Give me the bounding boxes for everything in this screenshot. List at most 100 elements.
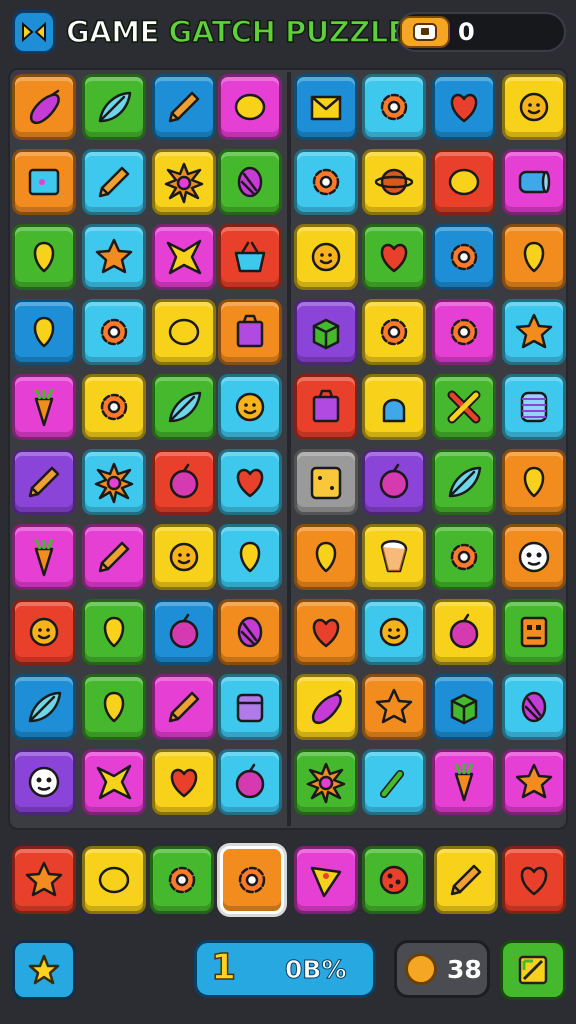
board-tile[interactable] bbox=[432, 374, 496, 440]
tray-tile[interactable] bbox=[362, 846, 426, 914]
board-tile[interactable] bbox=[152, 599, 216, 665]
board-tile[interactable] bbox=[218, 674, 282, 740]
board-tile[interactable] bbox=[432, 299, 496, 365]
board-tile[interactable] bbox=[12, 224, 76, 290]
board-tile[interactable] bbox=[294, 299, 358, 365]
board-tile[interactable] bbox=[362, 599, 426, 665]
board-tile[interactable] bbox=[218, 749, 282, 815]
tray-tile[interactable] bbox=[150, 846, 214, 914]
board-tile[interactable] bbox=[362, 374, 426, 440]
board-tile[interactable] bbox=[294, 449, 358, 515]
board-tile[interactable] bbox=[432, 449, 496, 515]
board-tile[interactable] bbox=[502, 749, 566, 815]
board-tile[interactable] bbox=[294, 749, 358, 815]
balloon-icon bbox=[315, 541, 337, 573]
board-tile[interactable] bbox=[432, 599, 496, 665]
tray-tile[interactable] bbox=[502, 846, 566, 914]
board-tile[interactable] bbox=[218, 599, 282, 665]
board-tile[interactable] bbox=[152, 449, 216, 515]
board-tile[interactable] bbox=[82, 599, 146, 665]
board-tile[interactable] bbox=[294, 374, 358, 440]
star-hint-button[interactable] bbox=[12, 940, 76, 1000]
board-tile[interactable] bbox=[218, 299, 282, 365]
board-tile[interactable] bbox=[152, 224, 216, 290]
board-tile[interactable] bbox=[12, 299, 76, 365]
score-value: 0 bbox=[458, 18, 475, 46]
tray-tile[interactable] bbox=[82, 846, 146, 914]
board-tile[interactable] bbox=[502, 299, 566, 365]
shuffle-button[interactable] bbox=[500, 940, 566, 1000]
tray-tile[interactable] bbox=[220, 846, 284, 914]
board-tile[interactable] bbox=[12, 749, 76, 815]
board-tile[interactable] bbox=[12, 149, 76, 215]
board-tile[interactable] bbox=[432, 674, 496, 740]
board-tile[interactable] bbox=[502, 74, 566, 140]
board-tile[interactable] bbox=[362, 74, 426, 140]
board-tile[interactable] bbox=[152, 74, 216, 140]
board-tile[interactable] bbox=[218, 224, 282, 290]
board-tile[interactable] bbox=[82, 749, 146, 815]
board-tile[interactable] bbox=[82, 374, 146, 440]
game-logo-icon[interactable] bbox=[12, 10, 56, 54]
board-tile[interactable] bbox=[432, 149, 496, 215]
pot-icon bbox=[382, 398, 406, 423]
board-tile[interactable] bbox=[362, 299, 426, 365]
board-tile[interactable] bbox=[12, 74, 76, 140]
pencil-icon bbox=[28, 466, 60, 498]
board-tile[interactable] bbox=[502, 524, 566, 590]
board-tile[interactable] bbox=[152, 149, 216, 215]
board-tile[interactable] bbox=[152, 524, 216, 590]
board-tile[interactable] bbox=[294, 524, 358, 590]
board-tile[interactable] bbox=[362, 674, 426, 740]
board-tile[interactable] bbox=[12, 674, 76, 740]
board-tile[interactable] bbox=[294, 599, 358, 665]
board-tile[interactable] bbox=[294, 224, 358, 290]
board-tile[interactable] bbox=[82, 449, 146, 515]
board-tile[interactable] bbox=[502, 374, 566, 440]
board-tile[interactable] bbox=[218, 149, 282, 215]
board-tile[interactable] bbox=[362, 224, 426, 290]
board-tile[interactable] bbox=[362, 749, 426, 815]
board-tile[interactable] bbox=[294, 674, 358, 740]
box-icon bbox=[236, 314, 264, 348]
board-tile[interactable] bbox=[502, 674, 566, 740]
board-tile[interactable] bbox=[12, 449, 76, 515]
board-tile[interactable] bbox=[12, 599, 76, 665]
flower-icon bbox=[169, 542, 199, 572]
tray-tile[interactable] bbox=[294, 846, 358, 914]
board-tile[interactable] bbox=[294, 149, 358, 215]
board-tile[interactable] bbox=[432, 74, 496, 140]
board-tile[interactable] bbox=[294, 74, 358, 140]
board-tile[interactable] bbox=[82, 74, 146, 140]
board-tile[interactable] bbox=[152, 674, 216, 740]
board-tile[interactable] bbox=[432, 749, 496, 815]
board-tile[interactable] bbox=[12, 374, 76, 440]
board-tile[interactable] bbox=[12, 524, 76, 590]
tray-tile[interactable] bbox=[12, 846, 76, 914]
board-tile[interactable] bbox=[82, 224, 146, 290]
lemon-icon bbox=[98, 866, 130, 894]
board-tile[interactable] bbox=[82, 524, 146, 590]
board-tile[interactable] bbox=[502, 224, 566, 290]
board-tile[interactable] bbox=[362, 149, 426, 215]
board-tile[interactable] bbox=[218, 449, 282, 515]
board-tile[interactable] bbox=[218, 374, 282, 440]
gear-icon bbox=[238, 866, 266, 894]
board-tile[interactable] bbox=[218, 524, 282, 590]
board-tile[interactable] bbox=[362, 449, 426, 515]
board-tile[interactable] bbox=[82, 149, 146, 215]
board-tile[interactable] bbox=[362, 524, 426, 590]
board-tile[interactable] bbox=[218, 74, 282, 140]
board-tile[interactable] bbox=[502, 449, 566, 515]
board-tile[interactable] bbox=[432, 524, 496, 590]
board-tile[interactable] bbox=[502, 599, 566, 665]
board-tile[interactable] bbox=[82, 299, 146, 365]
tile-tray bbox=[0, 840, 576, 920]
board-tile[interactable] bbox=[152, 299, 216, 365]
board-tile[interactable] bbox=[432, 224, 496, 290]
board-tile[interactable] bbox=[82, 674, 146, 740]
board-tile[interactable] bbox=[152, 749, 216, 815]
board-tile[interactable] bbox=[152, 374, 216, 440]
board-tile[interactable] bbox=[502, 149, 566, 215]
tray-tile[interactable] bbox=[434, 846, 498, 914]
